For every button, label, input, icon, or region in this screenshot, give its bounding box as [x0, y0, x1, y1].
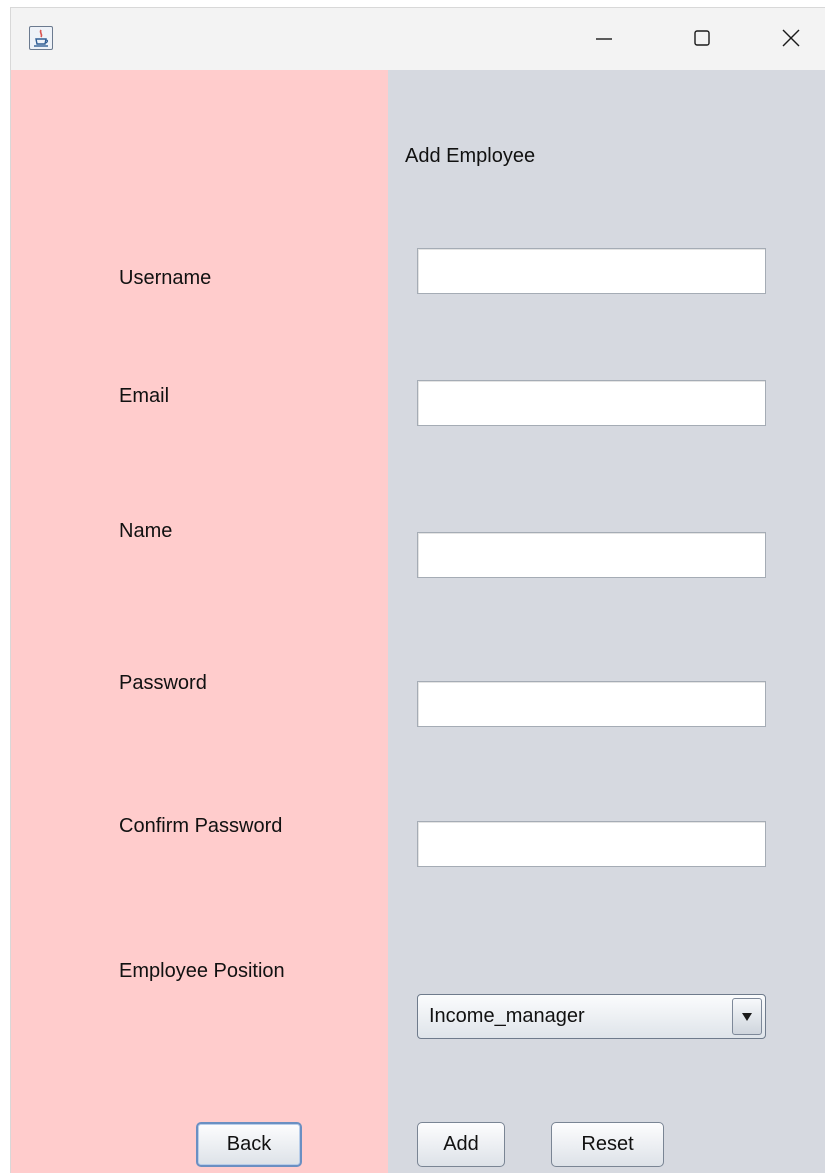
maximize-button[interactable]: [679, 14, 725, 62]
dropdown-arrow-button[interactable]: [732, 998, 762, 1035]
maximize-icon: [694, 30, 710, 46]
employee-position-dropdown[interactable]: Income_manager: [417, 994, 766, 1039]
app-window: Add Employee Username Email Name Passwor…: [10, 7, 825, 1173]
close-icon: [782, 29, 800, 47]
title-bar[interactable]: [11, 8, 825, 70]
employee-position-label: Employee Position: [119, 960, 285, 982]
email-field[interactable]: [417, 380, 766, 426]
java-cup-icon[interactable]: [29, 26, 53, 50]
confirm-password-label: Confirm Password: [119, 815, 283, 837]
labels-panel: [11, 70, 388, 1173]
add-button[interactable]: Add: [417, 1122, 505, 1167]
form-title: Add Employee: [405, 145, 536, 167]
confirm-password-field[interactable]: [417, 821, 766, 867]
password-label: Password: [119, 672, 207, 694]
name-field[interactable]: [417, 532, 766, 578]
username-field[interactable]: [417, 248, 766, 294]
triangle-down-icon: [742, 1012, 752, 1021]
reset-button[interactable]: Reset: [551, 1122, 664, 1167]
employee-position-value: Income_manager: [429, 1005, 585, 1027]
email-label: Email: [119, 385, 170, 407]
username-label: Username: [119, 267, 212, 289]
name-label: Name: [119, 520, 173, 542]
back-button[interactable]: Back: [196, 1122, 302, 1167]
minimize-icon: [596, 38, 612, 40]
close-button[interactable]: [768, 14, 814, 62]
password-field[interactable]: [417, 681, 766, 727]
minimize-button[interactable]: [581, 14, 627, 62]
